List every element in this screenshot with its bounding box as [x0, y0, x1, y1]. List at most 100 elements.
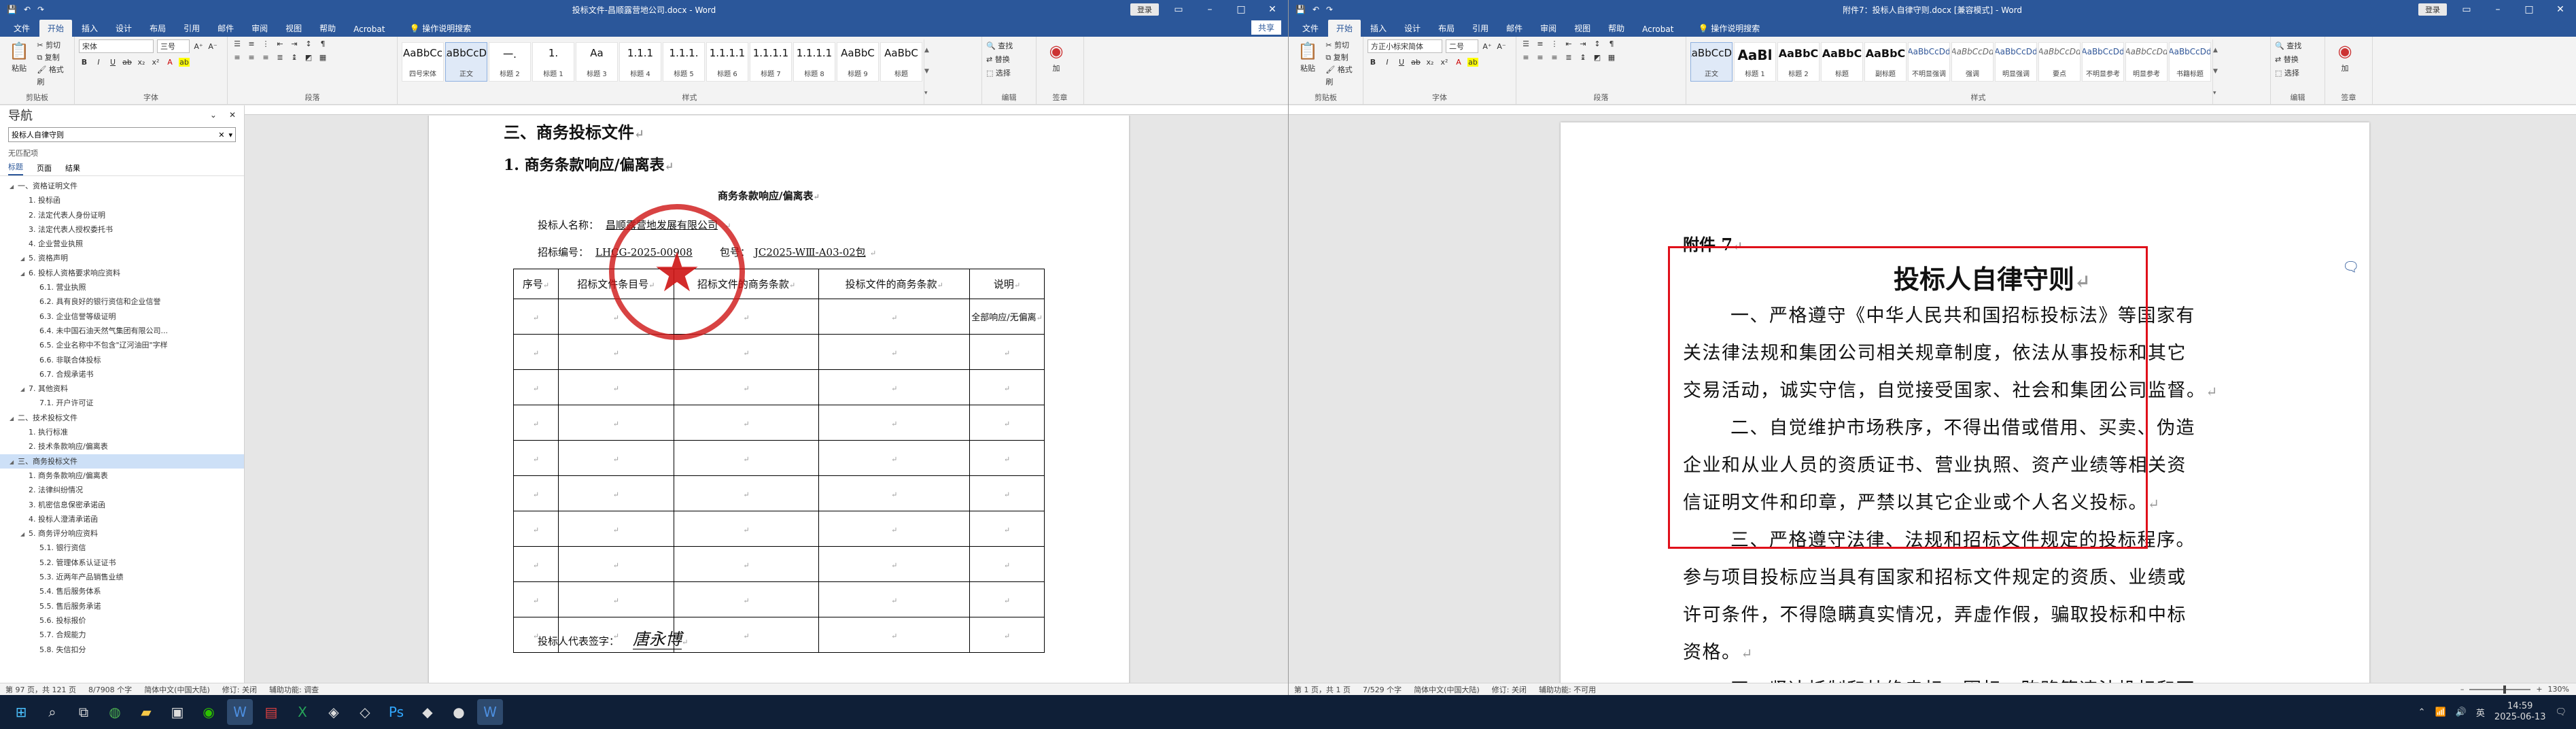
style-item[interactable]: 1. 标题 1: [532, 42, 574, 82]
tab-review[interactable]: 审阅: [1532, 20, 1565, 37]
close-icon[interactable]: ✕: [2549, 4, 2572, 15]
align-left-icon[interactable]: ≡: [232, 53, 243, 62]
table-cell[interactable]: ↵: [673, 369, 820, 405]
nav-heading-item[interactable]: ◢ 5. 资格声明: [0, 251, 244, 265]
table-cell[interactable]: ↵: [513, 546, 559, 582]
tab-home[interactable]: 开始: [39, 20, 73, 37]
folder-icon[interactable]: ▰: [133, 699, 159, 725]
undo-icon[interactable]: ↶: [24, 5, 31, 14]
copy-button[interactable]: ⧉ 复制: [1325, 52, 1359, 64]
nav-heading-item[interactable]: 5.8. 失信扣分: [0, 643, 244, 657]
style-item[interactable]: AaBbCcDd 强调: [1951, 42, 1994, 82]
numbering-icon[interactable]: ≡: [1535, 39, 1546, 48]
add-sign-button[interactable]: ◉ 加: [1041, 39, 1072, 73]
nav-tab-results[interactable]: 结果: [65, 163, 80, 175]
volume-icon[interactable]: 🔊: [2456, 707, 2467, 717]
expand-icon[interactable]: ◢: [20, 267, 29, 280]
table-cell[interactable]: 全部响应/无偏离↵: [969, 299, 1045, 335]
nav-heading-item[interactable]: 5.1. 银行资信: [0, 541, 244, 555]
grow-font-icon[interactable]: A⁺: [1482, 42, 1493, 51]
format-painter-button[interactable]: 🖌 格式刷: [37, 64, 70, 88]
decrease-indent-icon[interactable]: ⇤: [1563, 39, 1574, 48]
style-item[interactable]: Aa 标题 3: [576, 42, 618, 82]
shading-icon[interactable]: ◩: [303, 53, 314, 62]
tab-references[interactable]: 引用: [175, 20, 208, 37]
table-cell[interactable]: ↵: [673, 546, 820, 582]
nav-heading-item[interactable]: ◢ 7. 其他资料: [0, 382, 244, 396]
table-cell[interactable]: ↵: [818, 405, 971, 441]
italic-button[interactable]: I: [1382, 58, 1393, 67]
nav-heading-item[interactable]: 1. 执行标准: [0, 425, 244, 439]
start-icon[interactable]: ⊞: [8, 699, 34, 725]
numbering-icon[interactable]: ≡: [246, 39, 257, 48]
table-cell[interactable]: ↵: [969, 405, 1045, 441]
language[interactable]: 简体中文(中国大陆): [1414, 684, 1480, 695]
photoshop-icon[interactable]: Ps: [383, 699, 409, 725]
minimize-icon[interactable]: –: [1198, 4, 1221, 15]
accessibility[interactable]: 辅助功能: 不可用: [1539, 684, 1596, 695]
table-cell[interactable]: ↵: [557, 405, 674, 441]
style-item[interactable]: AaBbCcDd 明显参考: [2125, 42, 2168, 82]
redo-icon[interactable]: ↷: [37, 5, 44, 14]
borders-icon[interactable]: ▦: [1606, 53, 1617, 62]
subscript-button[interactable]: x₂: [136, 58, 147, 67]
table-cell[interactable]: ↵: [969, 475, 1045, 511]
justify-icon[interactable]: ≣: [275, 53, 285, 62]
tab-insert[interactable]: 插入: [1362, 20, 1395, 37]
nav-heading-level1[interactable]: ◢ 一、资格证明文件: [0, 179, 244, 193]
increase-indent-icon[interactable]: ⇥: [1578, 39, 1588, 48]
table-cell[interactable]: ↵: [557, 511, 674, 547]
tab-mailings[interactable]: 邮件: [209, 20, 242, 37]
maximize-icon[interactable]: □: [2518, 4, 2541, 15]
tab-review[interactable]: 审阅: [243, 20, 276, 37]
table-cell[interactable]: ↵: [969, 581, 1045, 617]
shrink-font-icon[interactable]: A⁻: [207, 42, 218, 51]
nav-heading-item[interactable]: 5.5. 售后服务承诺: [0, 599, 244, 613]
tab-help[interactable]: 帮助: [1600, 20, 1633, 37]
word-count[interactable]: 7/529 个字: [1363, 684, 1402, 695]
table-cell[interactable]: ↵: [673, 581, 820, 617]
ime-indicator[interactable]: 英: [2476, 706, 2485, 719]
page-count[interactable]: 第 1 页，共 1 页: [1294, 684, 1351, 695]
accessibility[interactable]: 辅助功能: 调查: [269, 684, 319, 695]
align-right-icon[interactable]: ≡: [260, 53, 271, 62]
nav-heading-item[interactable]: 2. 法定代表人身份证明: [0, 208, 244, 222]
font-color-icon[interactable]: A: [164, 58, 175, 67]
align-right-icon[interactable]: ≡: [1549, 53, 1560, 62]
tab-insert[interactable]: 插入: [73, 20, 106, 37]
nav-heading-item[interactable]: 3. 机密信息保密承诺函: [0, 498, 244, 512]
nav-heading-item[interactable]: 6.5. 企业名称中不包含"辽河油田"字样: [0, 338, 244, 352]
page-count[interactable]: 第 97 页，共 121 页: [5, 684, 76, 695]
app-icon[interactable]: ▣: [164, 699, 190, 725]
nav-heading-item[interactable]: 5.7. 合规能力: [0, 628, 244, 642]
nav-heading-item[interactable]: 5.2. 管理体系认证证书: [0, 556, 244, 570]
justify-icon[interactable]: ≣: [1563, 53, 1574, 62]
minimize-icon[interactable]: –: [2486, 4, 2509, 15]
nav-heading-level1[interactable]: ◢ 三、商务投标文件: [0, 454, 244, 469]
word-icon[interactable]: W: [477, 699, 503, 725]
tell-me-search[interactable]: 💡 操作说明搜索: [401, 20, 479, 37]
grow-font-icon[interactable]: A⁺: [193, 42, 204, 51]
notifications-icon[interactable]: 🗨: [2555, 707, 2566, 717]
superscript-button[interactable]: x²: [150, 58, 161, 67]
shrink-font-icon[interactable]: A⁻: [1496, 42, 1507, 51]
table-cell[interactable]: ↵: [818, 475, 971, 511]
track-changes[interactable]: 修订: 关闭: [222, 684, 257, 695]
table-cell[interactable]: ↵: [969, 511, 1045, 547]
italic-button[interactable]: I: [93, 58, 104, 67]
login-button[interactable]: 登录: [2418, 3, 2447, 16]
decrease-indent-icon[interactable]: ⇤: [275, 39, 285, 48]
app-icon[interactable]: ◈: [321, 699, 347, 725]
table-cell[interactable]: ↵: [513, 440, 559, 476]
nav-tab-headings[interactable]: 标题: [8, 161, 23, 175]
show-marks-icon[interactable]: ¶: [317, 39, 328, 48]
superscript-button[interactable]: x²: [1439, 58, 1450, 67]
highlight-icon[interactable]: ab: [179, 58, 190, 67]
zoom-in-icon[interactable]: +: [2536, 685, 2542, 694]
table-cell[interactable]: ↵: [513, 405, 559, 441]
select-button[interactable]: ⬚ 选择: [986, 67, 1032, 80]
font-name-combo[interactable]: 方正小标宋简体: [1368, 39, 1442, 53]
nav-options-icon[interactable]: ⌄: [210, 110, 217, 120]
table-cell[interactable]: ↵: [818, 299, 971, 335]
language[interactable]: 简体中文(中国大陆): [144, 684, 210, 695]
